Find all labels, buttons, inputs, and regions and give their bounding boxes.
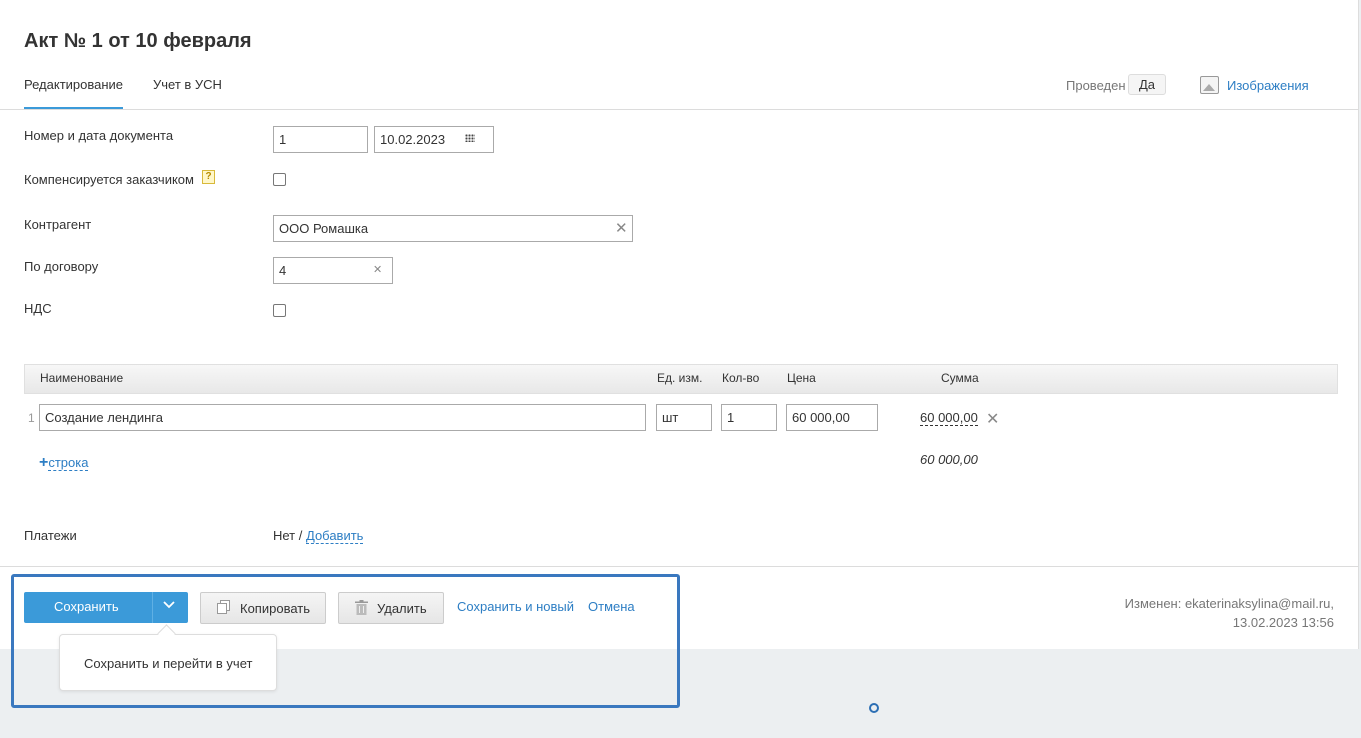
add-row-button[interactable]: +строка — [39, 454, 89, 472]
counterparty-label: Контрагент — [24, 217, 92, 232]
footer-divider — [0, 566, 1359, 567]
payments-add-link[interactable]: Добавить — [306, 528, 364, 544]
payments-none: Нет / — [273, 528, 303, 543]
item-name-input[interactable]: Создание лендинга — [39, 404, 646, 431]
vat-label: НДС — [24, 301, 52, 316]
item-unit-input[interactable]: шт — [656, 404, 712, 431]
posted-label: Проведен — [1066, 78, 1126, 93]
tab-editing[interactable]: Редактирование — [24, 77, 124, 110]
page-title: Акт № 1 от 10 февраля — [24, 30, 252, 52]
images-link[interactable]: Изображения — [1227, 78, 1309, 93]
counterparty-input[interactable]: ООО Ромашка — [273, 215, 633, 242]
plus-icon: + — [39, 454, 49, 471]
col-price-header: Цена — [787, 371, 816, 385]
col-name-header: Наименование — [40, 371, 124, 385]
item-qty-input[interactable]: 1 — [721, 404, 777, 431]
contract-clear-icon[interactable]: ✕ — [373, 263, 382, 278]
doc-number-label: Номер и дата документа — [24, 128, 174, 143]
document-card: Акт № 1 от 10 февраля Редактирование Уче… — [0, 0, 1359, 649]
compensated-checkbox[interactable] — [273, 173, 286, 186]
modified-by: Изменен: ekaterinaksylina@mail.ru, — [1124, 596, 1334, 611]
tab-usn-accounting[interactable]: Учет в УСН — [153, 77, 222, 110]
row-number: 1 — [28, 411, 35, 425]
modified-at: 13.02.2023 13:56 — [1232, 615, 1334, 630]
contract-label: По договору — [24, 259, 99, 274]
help-icon[interactable]: ? — [202, 170, 215, 184]
col-sum-header: Сумма — [941, 371, 979, 385]
modified-info: Изменен: ekaterinaksylina@mail.ru, 13.02… — [1125, 594, 1334, 632]
doc-number-input[interactable]: 1 — [273, 126, 368, 153]
payments-value: Нет / Добавить — [273, 528, 364, 544]
calendar-icon[interactable] — [465, 134, 475, 142]
highlight-frame — [11, 574, 680, 708]
item-price-input[interactable]: 60 000,00 — [786, 404, 878, 431]
vat-checkbox[interactable] — [273, 304, 286, 317]
tabs-divider — [0, 109, 1359, 110]
payments-label: Платежи — [24, 528, 77, 543]
doc-date-input[interactable]: 10.02.2023 — [374, 126, 494, 153]
posted-toggle[interactable]: Да — [1128, 74, 1166, 95]
compensated-label: Компенсируется заказчиком — [24, 172, 194, 187]
add-row-label: строка — [48, 455, 89, 471]
remove-row-icon[interactable]: ✕ — [986, 409, 999, 429]
col-qty-header: Кол-во — [722, 371, 760, 385]
table-total: 60 000,00 — [920, 452, 978, 467]
col-unit-header: Ед. изм. — [657, 371, 703, 385]
counterparty-clear-icon[interactable]: ✕ — [615, 221, 628, 236]
loading-indicator-icon — [869, 703, 879, 713]
image-icon[interactable] — [1200, 76, 1219, 94]
item-sum[interactable]: 60 000,00 — [920, 410, 978, 426]
